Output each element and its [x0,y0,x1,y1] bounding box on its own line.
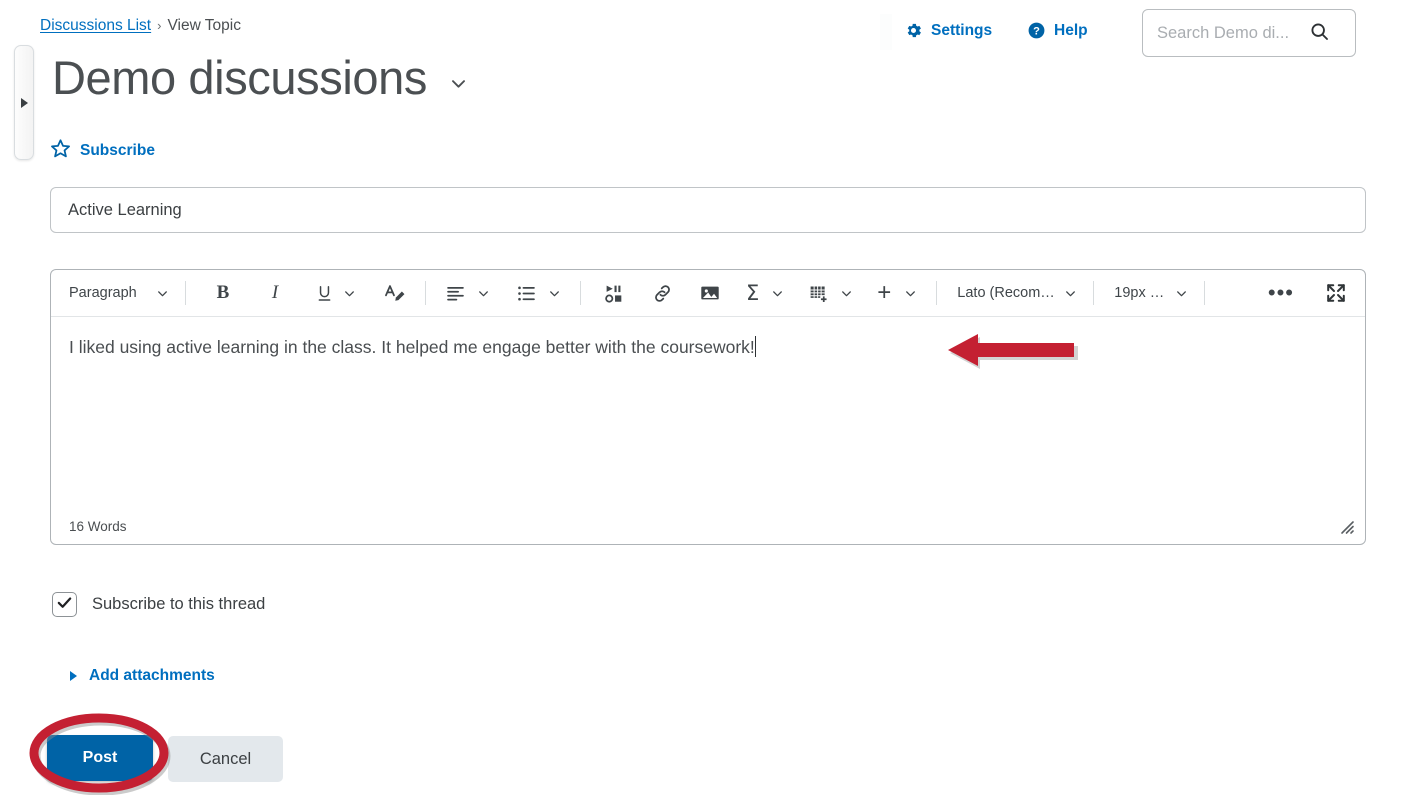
chevron-down-icon[interactable] [548,287,561,300]
align-button[interactable] [440,274,495,312]
font-size-select[interactable]: 19px … [1102,274,1196,312]
expand-icon [1325,282,1347,304]
chevron-down-icon[interactable] [477,287,490,300]
page-title-row: Demo discussions [52,52,468,104]
gear-icon [904,21,923,40]
subscribe-thread-label: Subscribe to this thread [92,595,266,613]
editor-body-text: I liked using active learning in the cla… [69,337,755,357]
insert-link-button[interactable] [645,274,679,312]
search-button[interactable] [1297,10,1341,56]
header-divider-artifact [880,14,892,50]
breadcrumb-link-discussions-list[interactable]: Discussions List [40,17,151,34]
link-icon [652,283,673,304]
chevron-down-icon[interactable] [343,287,356,300]
header-actions: Settings ? Help [858,0,1418,66]
list-button[interactable] [511,274,566,312]
toolbar-divider [1204,281,1206,305]
help-label: Help [1054,21,1088,39]
post-button[interactable]: Post [47,735,153,781]
toolbar-divider [425,281,426,305]
text-color-button[interactable] [377,274,411,312]
page-title: Demo discussions [52,51,427,104]
cancel-button[interactable]: Cancel [168,736,283,782]
format-color-icon [383,282,405,304]
editor-body[interactable]: I liked using active learning in the cla… [51,317,1365,508]
add-attachments-toggle[interactable]: Add attachments [70,667,215,685]
fullscreen-button[interactable] [1319,274,1353,312]
checkmark-icon [56,594,73,616]
table-icon [808,283,829,304]
chevron-down-icon [156,287,169,300]
breadcrumb-current: View Topic [167,17,241,34]
editor-toolbar: Paragraph B I Σ + Lato (Recom… 19px … ••… [51,270,1365,317]
settings-label: Settings [931,21,993,39]
breadcrumb: Discussions List › View Topic [40,17,241,35]
insert-image-button[interactable] [693,274,727,312]
align-left-icon [445,283,466,304]
font-family-select[interactable]: Lato (Recom… [945,274,1085,312]
image-icon [699,282,721,304]
editor-status-bar: 16 Words [51,508,1365,544]
toolbar-divider [1093,281,1095,305]
triangle-right-icon [21,97,28,108]
add-attachments-label: Add attachments [89,667,215,684]
italic-button[interactable]: I [258,274,292,312]
search-input[interactable] [1143,10,1297,56]
subject-input[interactable] [50,187,1366,233]
expand-panel-handle[interactable] [14,45,34,160]
toolbar-divider [580,281,581,305]
subscribe-label: Subscribe [80,142,155,159]
help-button[interactable]: ? Help [1027,21,1088,40]
search-icon [1309,21,1330,45]
bulleted-list-icon [516,283,537,304]
chevron-down-icon[interactable] [449,74,468,93]
more-options-button[interactable]: ••• [1263,274,1299,312]
text-caret [754,336,757,357]
insert-table-button[interactable] [803,274,858,312]
subscribe-link[interactable]: Subscribe [50,138,155,164]
paragraph-style-select[interactable]: Paragraph [57,274,177,312]
subscribe-thread-row[interactable]: Subscribe to this thread [52,592,265,617]
subscribe-thread-checkbox[interactable] [52,592,77,617]
rich-text-editor: Paragraph B I Σ + Lato (Recom… 19px … ••… [50,269,1366,545]
insert-more-button[interactable]: + [872,274,922,312]
search-box[interactable] [1142,9,1356,57]
toolbar-divider [185,281,186,305]
svg-text:?: ? [1033,26,1040,38]
chevron-down-icon [1175,287,1188,300]
word-count: 16 Words [69,518,127,534]
media-icon [604,283,625,304]
triangle-right-icon [70,671,77,681]
resize-handle-icon[interactable] [1337,517,1355,535]
star-outline-icon [50,138,71,164]
chevron-down-icon[interactable] [771,287,784,300]
question-circle-icon: ? [1027,21,1046,40]
chevron-down-icon[interactable] [840,287,853,300]
breadcrumb-separator: › [157,18,162,33]
chevron-down-icon [1064,287,1077,300]
chevron-down-icon[interactable] [904,287,917,300]
settings-button[interactable]: Settings [904,21,992,40]
toolbar-divider [936,281,938,305]
bold-button[interactable]: B [206,274,240,312]
underline-icon [315,283,334,304]
insert-media-button[interactable] [597,274,631,312]
insert-equation-button[interactable]: Σ [741,274,789,312]
underline-button[interactable] [310,274,361,312]
